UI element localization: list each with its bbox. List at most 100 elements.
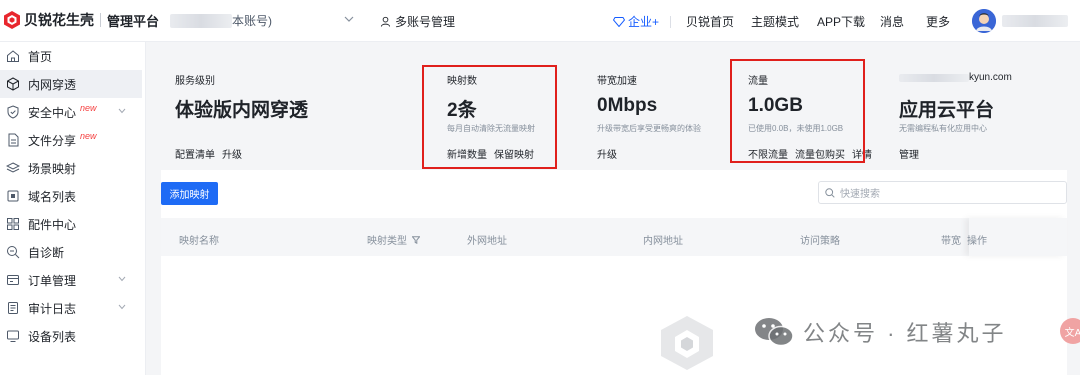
email-redacted — [899, 73, 969, 82]
column-header-external-address: 外网地址 — [467, 236, 507, 247]
file-icon — [8, 133, 19, 147]
sidebar-item-intranet[interactable]: 内网穿透 — [0, 70, 142, 98]
search-placeholder: 快速搜索 — [840, 189, 880, 200]
stat-value: 0Mbps — [597, 95, 658, 116]
filter-icon[interactable] — [412, 235, 420, 244]
sidebar-item-domains[interactable]: 域名列表 — [0, 182, 142, 210]
brand-divider — [100, 13, 101, 27]
nav-enterprise[interactable]: 企业+ — [613, 13, 659, 30]
sidebar-item-accessories[interactable]: 配件中心 — [0, 210, 142, 238]
watermark-text: 公众号 · 红薯丸子 — [803, 321, 1007, 346]
sidebar: 首页 内网穿透 安全中心 new 文件分享 new 场景映射 域名列表 配件中心… — [0, 42, 146, 375]
highlight-box-mappings — [422, 65, 557, 169]
column-header-type-label: 映射类型 — [367, 236, 407, 247]
wechat-icon — [755, 318, 794, 347]
nav-messages[interactable]: 消息 — [880, 13, 904, 30]
email-suffix: kyun.com — [969, 72, 1012, 83]
diagnose-icon — [7, 246, 20, 259]
summary-panel: 服务级别 体验版内网穿透 配置清单 升级 映射数 2条 每月自动清除无流量映射 新… — [161, 57, 1067, 170]
sidebar-item-label: 文件分享 — [28, 133, 77, 148]
sidebar-item-label: 场景映射 — [28, 161, 77, 176]
sidebar-item-security[interactable]: 安全中心 new — [0, 98, 142, 126]
log-icon — [8, 302, 18, 314]
sidebar-item-label: 域名列表 — [28, 189, 77, 204]
table-header: 映射名称 映射类型 外网地址 内网地址 访问策略 带宽 操作 — [161, 218, 1067, 256]
stat-desc: 升级带宽后享受更畅爽的体验 — [597, 124, 701, 133]
column-header-access-policy: 访问策略 — [800, 236, 840, 247]
column-header-operation: 操作 — [967, 236, 987, 247]
cube-icon — [7, 77, 19, 91]
sidebar-item-label: 首页 — [28, 49, 53, 64]
shield-icon — [7, 105, 19, 119]
wechat-watermark: 公众号 · 红薯丸子 — [753, 315, 1007, 349]
avatar[interactable] — [972, 9, 996, 33]
search-icon — [825, 187, 835, 198]
grid-icon — [7, 218, 19, 230]
sidebar-item-file-share[interactable]: 文件分享 new — [0, 126, 142, 154]
nav-enterprise-label: 企业+ — [628, 15, 660, 29]
nav-home[interactable]: 贝锐首页 — [686, 13, 734, 30]
chevron-down-icon — [118, 304, 126, 310]
sidebar-item-label: 审计日志 — [28, 301, 77, 316]
column-header-name: 映射名称 — [179, 236, 219, 247]
stat-title: 带宽加速 — [597, 76, 637, 87]
brand-name: 贝锐花生壳 — [24, 12, 94, 28]
layers-icon — [6, 162, 20, 173]
stat-links: 升级 — [597, 146, 624, 161]
add-mapping-button[interactable]: 添加映射 — [161, 182, 218, 205]
sidebar-item-label: 配件中心 — [28, 217, 77, 232]
new-badge: new — [80, 103, 97, 113]
brand[interactable]: 贝锐花生壳 管理平台 — [4, 10, 159, 30]
stat-desc: 无需编程私有化应用中心 — [899, 124, 987, 133]
translate-button[interactable]: 文A — [1060, 318, 1080, 344]
multi-account-button[interactable]: 多账号管理 — [380, 13, 455, 30]
config-list-link[interactable]: 配置清单 — [175, 150, 215, 161]
sidebar-item-orders[interactable]: 订单管理 — [0, 266, 142, 294]
chevron-down-icon — [344, 16, 354, 22]
sidebar-item-label: 设备列表 — [28, 329, 77, 344]
account-label: 本账号) — [232, 14, 272, 28]
manage-link[interactable]: 管理 — [899, 150, 919, 161]
top-bar: 贝锐花生壳 管理平台 本账号) 多账号管理 企业+ 贝锐首页 主题模式 APP下… — [0, 0, 1080, 42]
device-icon — [7, 330, 19, 342]
order-icon — [7, 275, 19, 285]
highlight-box-traffic — [730, 59, 865, 163]
user-icon — [380, 16, 391, 27]
upgrade-link[interactable]: 升级 — [222, 150, 242, 161]
account-email: kyun.com — [899, 72, 1012, 83]
multi-account-label: 多账号管理 — [395, 15, 456, 29]
stat-value: 应用云平台 — [899, 100, 995, 121]
nav-more[interactable]: 更多 — [926, 13, 950, 30]
sidebar-item-label: 安全中心 — [28, 105, 77, 120]
stat-links: 配置清单 升级 — [175, 146, 249, 161]
avatar-icon — [972, 9, 996, 33]
nav-divider — [670, 16, 671, 28]
sidebar-item-label: 订单管理 — [28, 273, 77, 288]
chevron-down-icon — [118, 108, 126, 114]
logo-watermark-icon — [661, 316, 713, 370]
diamond-icon — [613, 16, 625, 27]
sidebar-item-home[interactable]: 首页 — [0, 42, 142, 70]
sidebar-item-scene-mapping[interactable]: 场景映射 — [0, 154, 142, 182]
upgrade-bandwidth-link[interactable]: 升级 — [597, 150, 617, 161]
column-header-type[interactable]: 映射类型 — [367, 232, 420, 247]
domain-icon — [7, 190, 19, 202]
brand-logo-icon — [4, 11, 20, 29]
column-header-internal-address: 内网地址 — [643, 236, 683, 247]
stat-links: 管理 — [899, 146, 926, 161]
sidebar-item-diagnose[interactable]: 自诊断 — [0, 238, 142, 266]
account-switcher[interactable]: 本账号) — [170, 12, 354, 29]
user-name-redacted — [1002, 15, 1068, 27]
stat-value: 体验版内网穿透 — [175, 100, 309, 121]
column-header-bandwidth: 带宽 — [941, 236, 961, 247]
home-icon — [7, 50, 19, 62]
sidebar-item-label: 自诊断 — [28, 245, 65, 260]
nav-theme[interactable]: 主题模式 — [751, 13, 799, 30]
chevron-down-icon — [118, 276, 126, 282]
search-input[interactable]: 快速搜索 — [818, 181, 1067, 204]
sidebar-item-audit-log[interactable]: 审计日志 — [0, 294, 142, 322]
account-name-redacted — [170, 13, 232, 28]
nav-app-download[interactable]: APP下载 — [817, 13, 865, 30]
sidebar-item-devices[interactable]: 设备列表 — [0, 322, 142, 350]
stat-title: 服务级别 — [175, 76, 215, 87]
